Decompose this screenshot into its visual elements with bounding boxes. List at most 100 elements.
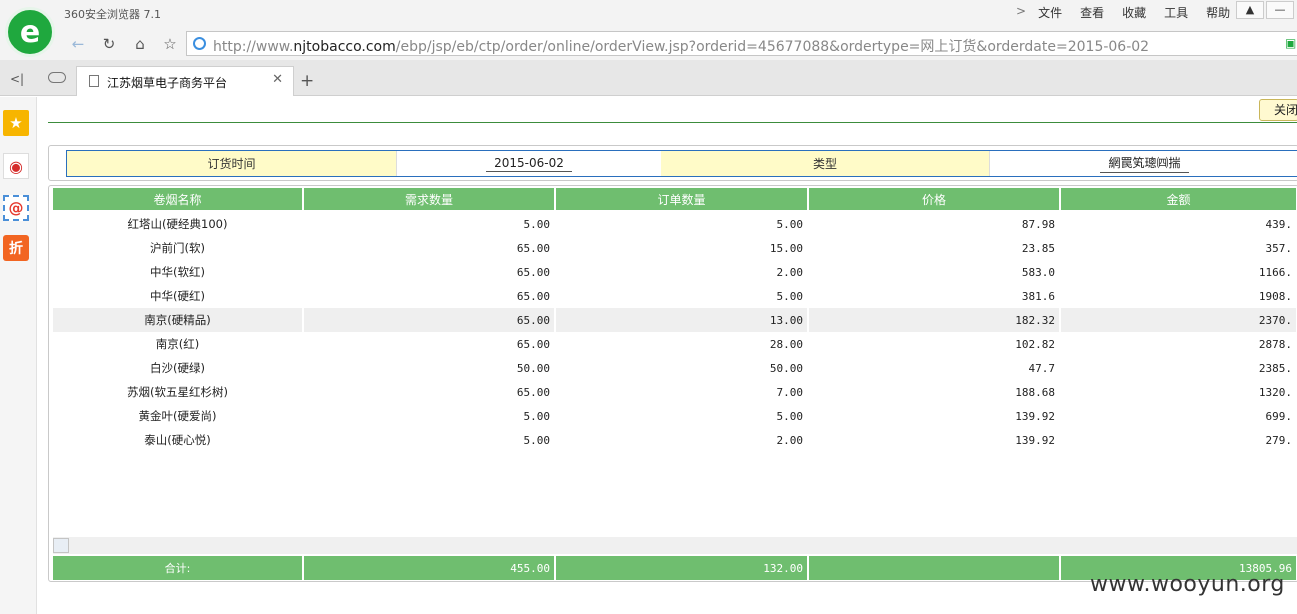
cell-price: 381.6 xyxy=(809,284,1061,308)
tab-bar: <| 江苏烟草电子商务平台 ✕ + xyxy=(0,60,1297,96)
favorites-star-icon[interactable]: ★ xyxy=(3,110,29,136)
scroll-left-button[interactable] xyxy=(53,538,69,553)
cell-demand: 5.00 xyxy=(304,212,556,236)
order-header-form: 订货时间 2015-06-02 类型 網罠笂璁㈣揣 xyxy=(48,145,1297,181)
cell-name: 白沙(硬绿) xyxy=(53,356,304,380)
mail-icon[interactable]: @ xyxy=(3,195,29,221)
cell-order: 5.00 xyxy=(556,212,809,236)
new-tab-plus-icon[interactable]: + xyxy=(300,71,314,91)
home-icon[interactable]: ⌂ xyxy=(128,34,152,54)
cell-demand: 5.00 xyxy=(304,404,556,428)
browser-titlebar: 360安全浏览器 7.1 > 文件 查看 收藏 工具 帮助 ▲ — xyxy=(0,0,1297,28)
cell-name: 泰山(硬心悦) xyxy=(53,428,304,452)
cell-demand: 65.00 xyxy=(304,332,556,356)
horizontal-scrollbar[interactable] xyxy=(53,537,1297,554)
cell-order: 5.00 xyxy=(556,284,809,308)
col-header-order[interactable]: 订单数量 xyxy=(556,188,809,210)
order-grid: 卷烟名称 需求数量 订单数量 价格 金额 红塔山(硬经典100) 5.00 5.00… xyxy=(48,185,1297,582)
back-arrow-icon[interactable]: ← xyxy=(66,34,90,54)
order-type-label: 类型 xyxy=(661,151,989,176)
page-content: 关闭 订货时间 2015-06-02 类型 網罠笂璁㈣揣 卷烟名称 需求数量 订… xyxy=(38,97,1297,614)
menu-file[interactable]: 文件 xyxy=(1038,4,1062,21)
close-icon[interactable]: ✕ xyxy=(272,72,283,87)
footer-total-label: 合计: xyxy=(53,556,304,580)
menu-tools[interactable]: 工具 xyxy=(1164,4,1188,21)
col-header-amount[interactable]: 金额 xyxy=(1061,188,1297,210)
cell-name: 南京(红) xyxy=(53,332,304,356)
cell-price: 139.92 xyxy=(809,428,1061,452)
table-row[interactable]: 泰山(硬心悦) 5.00 2.00 139.92 279. xyxy=(53,428,1297,452)
cell-order: 7.00 xyxy=(556,380,809,404)
cell-price: 102.82 xyxy=(809,332,1061,356)
cell-price: 182.32 xyxy=(809,308,1061,332)
document-icon xyxy=(89,75,99,87)
table-row[interactable]: 苏烟(软五星红杉树) 65.00 7.00 188.68 1320. xyxy=(53,380,1297,404)
cell-price: 583.0 xyxy=(809,260,1061,284)
chevron-right-icon[interactable]: > xyxy=(1016,4,1026,21)
cell-name: 沪前门(软) xyxy=(53,236,304,260)
sidebar-toggle-icon[interactable]: <| xyxy=(10,72,24,86)
col-header-price[interactable]: 价格 xyxy=(809,188,1061,210)
cell-order: 5.00 xyxy=(556,404,809,428)
tab-njtobacco[interactable]: 江苏烟草电子商务平台 ✕ xyxy=(76,66,294,96)
url-text[interactable]: http://www.njtobacco.com/ebp/jsp/eb/ctp/… xyxy=(213,36,1149,56)
col-header-demand[interactable]: 需求数量 xyxy=(304,188,556,210)
cell-name: 南京(硬精品) xyxy=(53,308,304,332)
cell-name: 中华(硬红) xyxy=(53,284,304,308)
cell-amount: 2385. xyxy=(1061,356,1297,380)
tab-label: 江苏烟草电子商务平台 xyxy=(107,76,228,90)
url-input[interactable]: http://www.njtobacco.com/ebp/jsp/eb/ctp/… xyxy=(186,31,1297,56)
cell-name: 黄金叶(硬爱尚) xyxy=(53,404,304,428)
table-row[interactable]: 黄金叶(硬爱尚) 5.00 5.00 139.92 699. xyxy=(53,404,1297,428)
browser-menu: > 文件 查看 收藏 工具 帮助 xyxy=(1016,4,1248,21)
cell-price: 47.7 xyxy=(809,356,1061,380)
cell-amount: 1320. xyxy=(1061,380,1297,404)
cell-order: 15.00 xyxy=(556,236,809,260)
cell-order: 2.00 xyxy=(556,428,809,452)
top-strip xyxy=(48,97,1297,123)
cell-demand: 65.00 xyxy=(304,380,556,404)
table-row[interactable]: 中华(硬红) 65.00 5.00 381.6 1908. xyxy=(53,284,1297,308)
cell-demand: 50.00 xyxy=(304,356,556,380)
cell-name: 苏烟(软五星红杉树) xyxy=(53,380,304,404)
table-row[interactable]: 白沙(硬绿) 50.00 50.00 47.7 2385. xyxy=(53,356,1297,380)
close-button[interactable]: 关闭 xyxy=(1259,99,1297,121)
cell-amount: 439. xyxy=(1061,212,1297,236)
table-row[interactable]: 中华(软红) 65.00 2.00 583.0 1166. xyxy=(53,260,1297,284)
order-type-field[interactable]: 網罠笂璁㈣揣 xyxy=(989,151,1297,176)
cell-order: 28.00 xyxy=(556,332,809,356)
cell-name: 红塔山(硬经典100) xyxy=(53,212,304,236)
minimize-button[interactable]: — xyxy=(1266,1,1294,19)
cell-order: 13.00 xyxy=(556,308,809,332)
col-header-name[interactable]: 卷烟名称 xyxy=(53,188,304,210)
table-row[interactable]: 沪前门(软) 65.00 15.00 23.85 357. xyxy=(53,236,1297,260)
weibo-icon[interactable]: ◉ xyxy=(3,153,29,179)
star-favorite-icon[interactable]: ☆ xyxy=(158,34,182,54)
cell-price: 188.68 xyxy=(809,380,1061,404)
grid-header: 卷烟名称 需求数量 订单数量 价格 金额 xyxy=(53,188,1297,210)
cloud-icon[interactable] xyxy=(48,72,66,83)
table-row[interactable]: 南京(红) 65.00 28.00 102.82 2878. xyxy=(53,332,1297,356)
cell-amount: 357. xyxy=(1061,236,1297,260)
refresh-icon[interactable]: ↻ xyxy=(97,34,121,54)
address-bar: ← ↻ ⌂ ☆ http://www.njtobacco.com/ebp/jsp… xyxy=(0,28,1297,60)
cell-price: 87.98 xyxy=(809,212,1061,236)
cell-price: 139.92 xyxy=(809,404,1061,428)
cell-name: 中华(软红) xyxy=(53,260,304,284)
browser-logo-icon: e xyxy=(5,7,55,57)
table-row[interactable]: 南京(硬精品) 65.00 13.00 182.32 2370. xyxy=(53,308,1297,332)
order-date-field[interactable]: 2015-06-02 xyxy=(396,151,661,176)
cell-order: 2.00 xyxy=(556,260,809,284)
menu-favorites[interactable]: 收藏 xyxy=(1122,4,1146,21)
security-icon[interactable]: ▣ xyxy=(1285,36,1297,50)
table-row[interactable]: 红塔山(硬经典100) 5.00 5.00 87.98 439. xyxy=(53,212,1297,236)
cell-demand: 65.00 xyxy=(304,284,556,308)
menu-help[interactable]: 帮助 xyxy=(1206,4,1230,21)
order-date-label: 订货时间 xyxy=(67,151,396,176)
skin-icon[interactable]: ▲ xyxy=(1236,1,1264,19)
cell-price: 23.85 xyxy=(809,236,1061,260)
menu-view[interactable]: 查看 xyxy=(1080,4,1104,21)
cell-amount: 2370. xyxy=(1061,308,1297,332)
footer-price-total xyxy=(809,556,1061,580)
discount-icon[interactable]: 折 xyxy=(3,235,29,261)
